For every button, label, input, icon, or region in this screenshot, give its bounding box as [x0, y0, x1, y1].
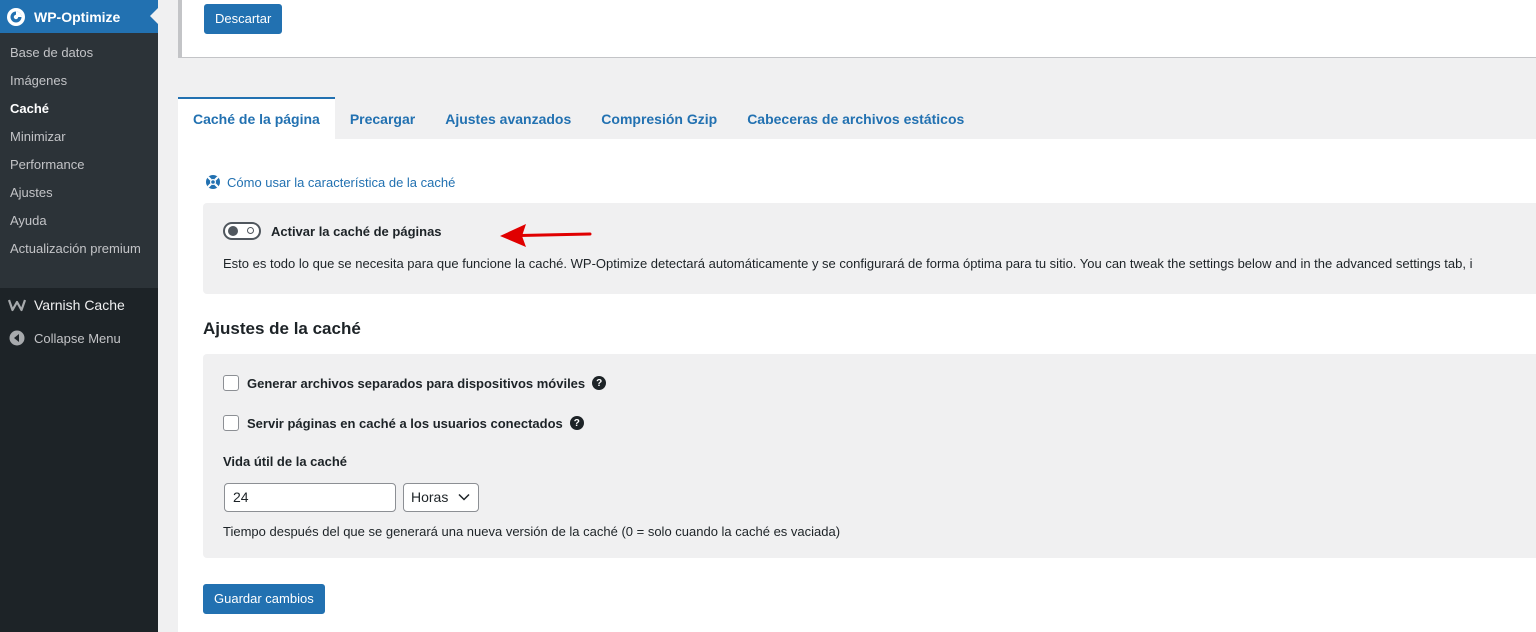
cache-lifetime-input[interactable]: 24	[224, 483, 396, 512]
mobile-cache-checkbox[interactable]	[223, 375, 239, 391]
mobile-cache-row: Generar archivos separados para disposit…	[223, 375, 607, 391]
collapse-menu-button[interactable]: Collapse Menu	[0, 322, 158, 354]
collapse-menu-label: Collapse Menu	[34, 330, 121, 346]
current-menu-indicator	[150, 8, 158, 24]
tab-ajustes-avanzados[interactable]: Ajustes avanzados	[430, 97, 586, 139]
plugin-submenu: Base de datos Imágenes Caché Minimizar P…	[0, 33, 158, 288]
sidebar-item-minimizar[interactable]: Minimizar	[0, 123, 158, 151]
sidebar-item-performance[interactable]: Performance	[0, 151, 158, 179]
sidebar-item-ajustes[interactable]: Ajustes	[0, 179, 158, 207]
sidebar-item-base-de-datos[interactable]: Base de datos	[0, 39, 158, 67]
cache-lifetime-label: Vida útil de la caché	[223, 454, 348, 469]
cache-content: Cómo usar la característica de la caché …	[178, 139, 1536, 632]
lifebuoy-icon	[206, 175, 220, 189]
cache-tabs: Caché de la página Precargar Ajustes ava…	[178, 97, 1536, 139]
sidebar-item-actualizacion-premium[interactable]: Actualización premium	[0, 235, 158, 263]
toggle-off-indicator	[247, 227, 254, 234]
tab-compresion-gzip[interactable]: Compresión Gzip	[586, 97, 732, 139]
cache-settings-box: Generar archivos separados para disposit…	[203, 354, 1536, 558]
cache-lifetime-description: Tiempo después del que se generará una n…	[223, 524, 841, 539]
help-question-icon[interactable]: ?	[592, 376, 607, 390]
red-arrow-annotation-icon	[500, 224, 592, 247]
cache-settings-title: Ajustes de la caché	[203, 319, 361, 338]
cache-lifetime-unit-select[interactable]: Horas	[403, 483, 479, 512]
logged-in-cache-checkbox[interactable]	[223, 415, 239, 431]
tab-cabeceras-archivos-estaticos[interactable]: Cabeceras de archivos estáticos	[732, 97, 979, 139]
enable-page-cache-label: Activar la caché de páginas	[271, 223, 442, 239]
tab-cache-de-la-pagina[interactable]: Caché de la página	[178, 97, 335, 139]
page-cache-description: Esto es todo lo que se necesita para que…	[223, 256, 1473, 271]
help-link-text: Cómo usar la característica de la caché	[227, 174, 456, 190]
logged-in-cache-row: Servir páginas en caché a los usuarios c…	[223, 415, 584, 431]
sidebar-item-ayuda[interactable]: Ayuda	[0, 207, 158, 235]
collapse-arrow-icon	[8, 329, 26, 347]
sidebar-item-varnish-cache[interactable]: Varnish Cache	[0, 288, 158, 322]
enable-cache-row: Activar la caché de páginas	[223, 222, 442, 240]
help-question-icon[interactable]: ?	[569, 416, 584, 430]
unit-select-value: Horas	[411, 489, 449, 505]
sidebar-plugin-header[interactable]: WP-Optimize	[0, 0, 158, 33]
mobile-cache-label: Generar archivos separados para disposit…	[247, 375, 586, 391]
help-link[interactable]: Cómo usar la característica de la caché	[205, 174, 455, 190]
sidebar-item-cache[interactable]: Caché	[0, 95, 158, 123]
varnish-label: Varnish Cache	[34, 297, 125, 313]
tab-precargar[interactable]: Precargar	[335, 97, 430, 139]
wp-optimize-logo-icon	[7, 7, 25, 26]
toggle-knob	[228, 226, 238, 236]
dismiss-button[interactable]: Descartar	[204, 4, 283, 34]
page-cache-box: Activar la caché de páginas Esto es todo…	[203, 203, 1536, 294]
admin-sidebar: WP-Optimize Base de datos Imágenes Caché…	[0, 0, 158, 632]
enable-page-cache-toggle[interactable]	[223, 222, 261, 240]
save-changes-button[interactable]: Guardar cambios	[203, 584, 325, 614]
chevron-down-icon	[458, 493, 470, 501]
sidebar-item-imagenes[interactable]: Imágenes	[0, 67, 158, 95]
logged-in-cache-label: Servir páginas en caché a los usuarios c…	[247, 415, 563, 431]
sidebar-plugin-title: WP-Optimize	[34, 8, 121, 25]
varnish-icon	[8, 296, 26, 314]
notice-panel: Descartar	[178, 0, 1536, 58]
